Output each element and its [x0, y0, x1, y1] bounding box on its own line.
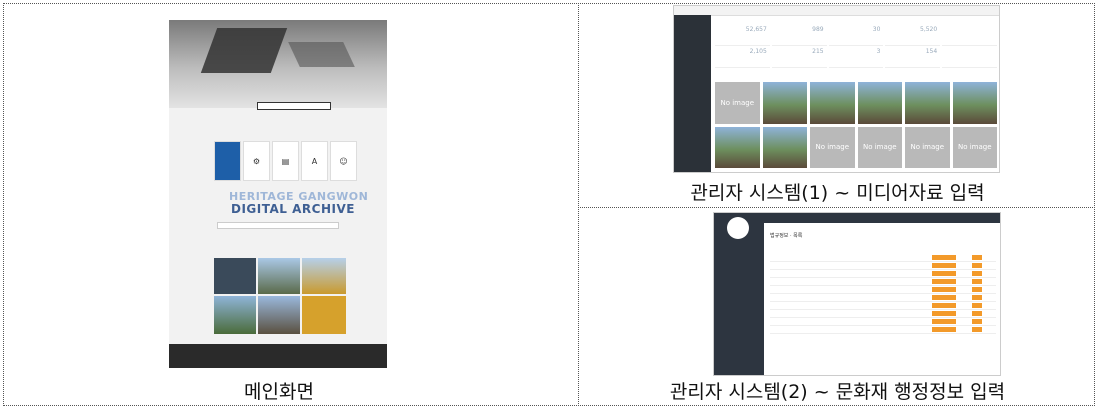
photo-gallery: [214, 258, 346, 338]
admin1-top-bar: [674, 6, 999, 16]
media-tile[interactable]: No image: [905, 126, 950, 168]
admin1-screen-thumbnail: 52,657 989 30 5,520 2,105 215 3 154 No i…: [673, 5, 1000, 173]
media-tile[interactable]: No image: [810, 126, 855, 168]
edit-button[interactable]: [932, 279, 956, 284]
stat-value: 5,520: [885, 26, 941, 46]
vertical-divider: [578, 3, 579, 406]
media-tile[interactable]: No image: [952, 126, 997, 168]
delete-button[interactable]: [972, 255, 982, 260]
table-row[interactable]: [770, 319, 996, 326]
stat-value: 989: [771, 26, 827, 46]
media-tile[interactable]: No image: [857, 126, 902, 168]
edit-button[interactable]: [932, 327, 956, 332]
delete-button[interactable]: [972, 319, 982, 324]
media-tile[interactable]: [810, 82, 855, 124]
admin2-table: [770, 255, 996, 335]
admin1-sidebar: [674, 15, 711, 172]
main-nav-bar: [169, 6, 387, 20]
hero-rock-shape: [200, 28, 288, 73]
main-search-box: [257, 102, 331, 110]
edit-button[interactable]: [932, 287, 956, 292]
media-tile[interactable]: [905, 82, 950, 124]
table-row[interactable]: [770, 327, 996, 334]
edit-button[interactable]: [932, 271, 956, 276]
delete-button[interactable]: [972, 279, 982, 284]
media-tile[interactable]: [715, 126, 760, 168]
delete-button[interactable]: [972, 311, 982, 316]
admin1-stats: 52,657 989 30 5,520 2,105 215 3 154: [715, 26, 997, 68]
delete-button[interactable]: [972, 327, 982, 332]
admin2-page-title: 법규정보 · 목록: [770, 233, 803, 239]
stat-value: 3: [828, 48, 884, 68]
edit-button[interactable]: [932, 311, 956, 316]
stat-value: 154: [885, 48, 941, 68]
media-tile[interactable]: [762, 126, 807, 168]
media-grid: No image No image No image No image No i…: [715, 82, 997, 168]
menu-card-icon: ⚙: [243, 141, 270, 181]
delete-button[interactable]: [972, 303, 982, 308]
menu-card-icon: ▤: [272, 141, 299, 181]
admin2-sidebar: [714, 213, 764, 375]
menu-card-icon: A: [301, 141, 328, 181]
table-row[interactable]: [770, 279, 996, 286]
table-row[interactable]: [770, 271, 996, 278]
edit-button[interactable]: [932, 255, 956, 260]
stat-value: 2,105: [715, 48, 770, 68]
caption-main: 메인화면: [244, 381, 314, 403]
delete-button[interactable]: [972, 271, 982, 276]
media-tile[interactable]: [762, 82, 807, 124]
stat-value: [942, 26, 997, 46]
stat-value: [942, 48, 997, 68]
edit-button[interactable]: [932, 319, 956, 324]
table-row[interactable]: [770, 255, 996, 262]
edit-button[interactable]: [932, 263, 956, 268]
media-tile[interactable]: No image: [715, 82, 760, 124]
hero-banner: [169, 20, 387, 108]
delete-button[interactable]: [972, 295, 982, 300]
caption-admin2: 관리자 시스템(2) ~ 문화재 행정정보 입력: [669, 381, 1006, 403]
hero-rock-shape-2: [288, 42, 355, 67]
archive-search-bar: [217, 222, 339, 229]
menu-card-icon: ☺: [330, 141, 357, 181]
admin2-top-bar: [764, 213, 1000, 223]
edit-button[interactable]: [932, 303, 956, 308]
brand-line-2: DIGITAL ARCHIVE: [231, 202, 355, 216]
edit-button[interactable]: [932, 295, 956, 300]
stat-value: 30: [828, 26, 884, 46]
media-tile[interactable]: [952, 82, 997, 124]
stat-value: 52,657: [715, 26, 770, 46]
delete-button[interactable]: [972, 263, 982, 268]
main-footer: [169, 344, 387, 368]
table-row[interactable]: [770, 303, 996, 310]
table-row[interactable]: [770, 311, 996, 318]
menu-cards: ⚙ ▤ A ☺: [214, 141, 357, 181]
delete-button[interactable]: [972, 287, 982, 292]
horizontal-divider: [578, 207, 1095, 208]
media-tile[interactable]: [857, 82, 902, 124]
table-row[interactable]: [770, 287, 996, 294]
main-screen-thumbnail: ⚙ ▤ A ☺ HERITAGE GANGWON DIGITAL ARCHIVE: [169, 6, 387, 368]
admin2-screen-thumbnail: 법규정보 · 목록: [713, 212, 1001, 376]
admin2-logo: [727, 217, 749, 239]
table-row[interactable]: [770, 295, 996, 302]
menu-card-featured: [214, 141, 241, 181]
stat-value: 215: [771, 48, 827, 68]
table-row[interactable]: [770, 263, 996, 270]
caption-admin1: 관리자 시스템(1) ~ 미디어자료 입력: [690, 182, 985, 204]
